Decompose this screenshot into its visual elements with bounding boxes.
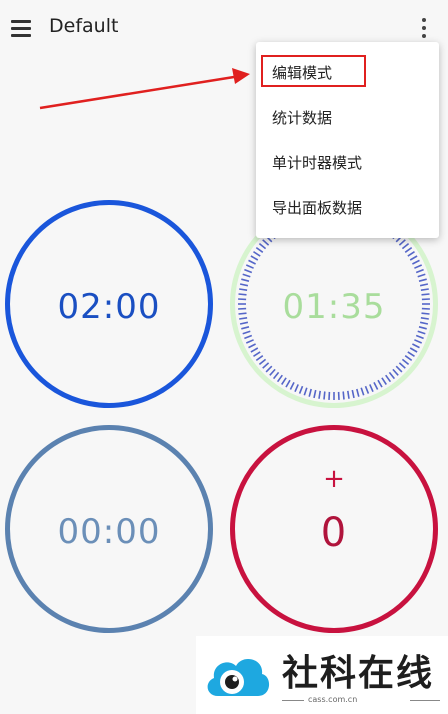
progress-tick <box>392 368 399 376</box>
progress-tick <box>262 362 270 369</box>
progress-tick <box>417 330 426 335</box>
progress-tick <box>388 371 396 380</box>
progress-tick <box>250 255 259 261</box>
progress-tick <box>417 273 426 278</box>
progress-tick <box>241 326 250 330</box>
highlight-box <box>261 55 366 87</box>
progress-tick <box>404 355 413 362</box>
progress-tick <box>248 343 256 349</box>
watermark-url: cass.com.cn <box>308 695 358 704</box>
progress-tick <box>377 379 383 388</box>
progress-tick <box>255 355 264 362</box>
progress-tick <box>285 379 291 388</box>
watermark-divider <box>282 700 304 701</box>
progress-tick <box>381 377 387 385</box>
timer-card-3[interactable]: 00:00 <box>5 425 213 633</box>
watermark-text: 社科在线 <box>282 652 435 694</box>
progress-tick <box>385 374 392 383</box>
progress-tick <box>418 326 427 330</box>
progress-tick <box>323 391 326 400</box>
progress-tick <box>262 239 270 246</box>
progress-tick <box>244 334 253 340</box>
watermark-logo: 社科在线 cass.com.cn <box>196 636 448 714</box>
timer-time: 02:00 <box>57 287 161 327</box>
timer-time: 00:00 <box>57 512 161 552</box>
progress-tick <box>414 264 423 269</box>
increment-plus-icon[interactable]: + <box>235 464 433 494</box>
progress-tick <box>281 377 287 385</box>
progress-tick <box>342 391 345 400</box>
progress-tick <box>347 390 350 399</box>
progress-tick <box>407 351 415 357</box>
menu-item-single-timer-mode[interactable]: 单计时器模式 <box>256 140 439 184</box>
progress-tick <box>404 246 413 253</box>
progress-tick <box>412 343 420 349</box>
progress-tick <box>356 388 360 397</box>
progress-tick <box>258 358 267 366</box>
progress-tick <box>242 273 251 278</box>
progress-tick <box>289 382 295 390</box>
progress-tick <box>245 264 254 269</box>
menu-item-label: 单计时器模式 <box>272 154 363 172</box>
progress-tick <box>239 283 249 287</box>
menu-item-statistics[interactable]: 统计数据 <box>256 95 439 139</box>
progress-tick <box>401 242 410 250</box>
progress-tick <box>241 278 250 282</box>
progress-tick <box>415 334 424 340</box>
watermark-divider <box>410 700 440 701</box>
progress-tick <box>253 251 261 257</box>
progress-tick <box>244 268 253 274</box>
progress-tick <box>255 246 264 253</box>
overflow-dropdown-menu: 编辑模式 统计数据 单计时器模式 导出面板数据 <box>256 42 439 238</box>
progress-tick <box>245 339 254 344</box>
counter-card[interactable]: + 0 <box>230 425 438 633</box>
progress-tick <box>269 368 276 376</box>
progress-tick <box>248 259 256 265</box>
more-vert-icon[interactable] <box>416 16 432 40</box>
progress-tick <box>351 389 355 399</box>
progress-tick <box>303 387 308 396</box>
progress-tick <box>401 358 410 366</box>
progress-tick <box>242 330 251 335</box>
progress-tick <box>415 268 424 274</box>
progress-tick <box>419 283 429 287</box>
progress-tick <box>407 251 415 257</box>
progress-tick <box>414 339 423 344</box>
counter-value: 0 <box>320 510 348 556</box>
menu-item-label: 导出面板数据 <box>272 199 363 217</box>
progress-tick <box>318 390 321 399</box>
progress-tick <box>265 365 273 373</box>
progress-tick <box>308 388 312 397</box>
progress-tick <box>395 365 403 373</box>
progress-tick <box>276 374 283 383</box>
progress-tick <box>418 278 427 282</box>
progress-tick <box>313 389 317 399</box>
cloud-logo-icon <box>207 659 270 696</box>
progress-tick <box>298 385 304 394</box>
progress-tick <box>409 347 418 353</box>
progress-tick <box>412 259 420 265</box>
progress-tick <box>258 242 267 250</box>
progress-tick <box>272 371 280 380</box>
timer-time: 01:35 <box>282 287 386 327</box>
progress-tick <box>373 382 379 390</box>
progress-tick <box>398 239 406 246</box>
progress-tick <box>250 347 259 353</box>
timer-card-1[interactable]: 02:00 <box>5 200 213 408</box>
progress-tick <box>294 384 299 393</box>
progress-tick <box>409 255 418 261</box>
progress-tick <box>398 362 406 369</box>
progress-tick <box>360 387 365 396</box>
progress-tick <box>369 384 374 393</box>
hamburger-menu-icon[interactable] <box>11 17 33 37</box>
menu-item-label: 统计数据 <box>272 109 333 127</box>
progress-tick <box>364 385 370 394</box>
progress-tick <box>253 351 261 357</box>
menu-item-export-panel-data[interactable]: 导出面板数据 <box>256 185 439 229</box>
page-title: Default <box>49 15 119 37</box>
